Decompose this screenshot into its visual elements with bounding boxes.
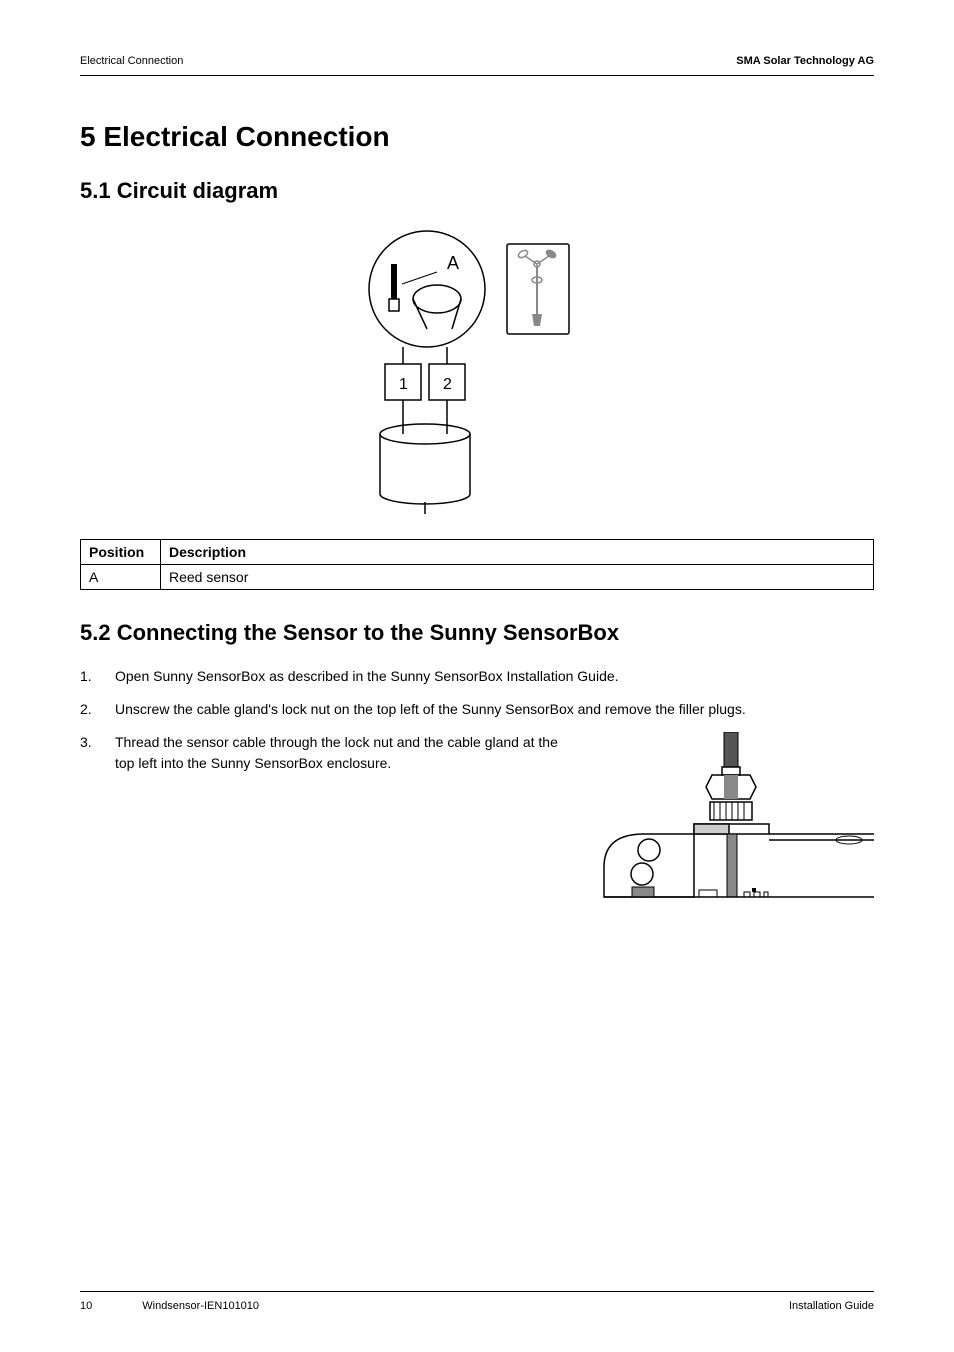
diagram-label-2: 2 xyxy=(443,376,452,393)
step-2-text: Unscrew the cable gland's lock nut on th… xyxy=(115,699,874,720)
step-2-number: 2. xyxy=(80,699,115,720)
section-5-title: 5 Electrical Connection xyxy=(80,121,874,153)
table-cell-description: Reed sensor xyxy=(161,565,874,590)
diagram-label-1: 1 xyxy=(399,376,408,393)
circuit-diagram-svg: A 1 2 xyxy=(307,224,647,514)
position-table: Position Description A Reed sensor xyxy=(80,539,874,590)
circuit-diagram: A 1 2 xyxy=(80,224,874,514)
step-3-text: Thread the sensor cable through the lock… xyxy=(115,732,564,918)
footer-left: 10 Windsensor-IEN101010 xyxy=(80,1300,259,1312)
step-3-number: 3. xyxy=(80,732,115,918)
section-5-2-title: 5.2 Connecting the Sensor to the Sunny S… xyxy=(80,620,874,646)
header-right-text: SMA Solar Technology AG xyxy=(736,55,874,67)
step-2: 2. Unscrew the cable gland's lock nut on… xyxy=(80,699,874,720)
page-header: Electrical Connection SMA Solar Technolo… xyxy=(80,55,874,76)
step-1-text: Open Sunny SensorBox as described in the… xyxy=(115,666,874,687)
section-5-1-title: 5.1 Circuit diagram xyxy=(80,178,874,204)
steps-list: 1. Open Sunny SensorBox as described in … xyxy=(80,666,874,918)
table-header-position: Position xyxy=(81,540,161,565)
table-header-description: Description xyxy=(161,540,874,565)
step-3-illustration xyxy=(594,732,874,918)
table-header-row: Position Description xyxy=(81,540,874,565)
table-cell-position: A xyxy=(81,565,161,590)
footer-doc-type: Installation Guide xyxy=(789,1300,874,1312)
step-3: 3. Thread the sensor cable through the l… xyxy=(80,732,874,918)
footer-page-number: 10 xyxy=(80,1300,92,1312)
section-5-2: 5.2 Connecting the Sensor to the Sunny S… xyxy=(80,620,874,918)
step-1-number: 1. xyxy=(80,666,115,687)
header-left-text: Electrical Connection xyxy=(80,55,183,67)
footer-doc-id: Windsensor-IEN101010 xyxy=(142,1300,259,1312)
diagram-label-a: A xyxy=(447,253,459,273)
table-row: A Reed sensor xyxy=(81,565,874,590)
step-3-container: Thread the sensor cable through the lock… xyxy=(115,732,874,918)
step-1: 1. Open Sunny SensorBox as described in … xyxy=(80,666,874,687)
page-footer: 10 Windsensor-IEN101010 Installation Gui… xyxy=(80,1291,874,1312)
